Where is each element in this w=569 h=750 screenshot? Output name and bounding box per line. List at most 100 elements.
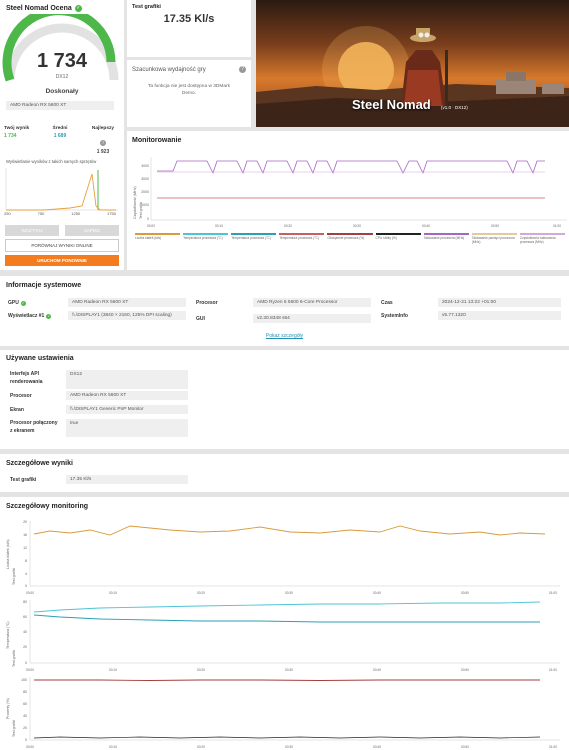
- legend-item[interactable]: CPU Utility (%): [375, 233, 421, 244]
- settings-panel: Używane ustawienia Interfejs API rendero…: [0, 350, 569, 449]
- check-icon: ✓: [46, 313, 52, 319]
- chart3-y-sublabel: Test grafiki: [12, 720, 16, 737]
- time-value: 2024-12-21 13:22 +01:00: [438, 298, 561, 307]
- score-title: Steel Nomad Ocena: [6, 5, 72, 12]
- y-tick: 16: [23, 533, 27, 537]
- hist-tick: 250: [4, 211, 11, 216]
- score-gpu: AMD Radeon RX 5600 XT: [6, 101, 114, 110]
- x-tick: 00:50: [461, 745, 469, 749]
- y-tick: 0: [25, 738, 27, 742]
- y-tick: 12: [23, 546, 27, 550]
- y-tick: 2000: [141, 190, 149, 194]
- x-tick: 01:00: [549, 745, 557, 749]
- chart1-y-sublabel: Test grafiki: [12, 568, 16, 585]
- x-tick: 00:50: [491, 224, 499, 228]
- test-result-value: 17.35 Kl/s: [163, 13, 215, 25]
- x-tick: 00:00: [26, 591, 34, 595]
- legend-item[interactable]: Liczba klatek (kl/s): [135, 233, 181, 244]
- legend-swatch: [279, 233, 325, 235]
- y-tick: 0: [25, 584, 27, 588]
- info-icon[interactable]: ?: [100, 140, 106, 146]
- load-button[interactable]: WCZYTAJ: [5, 225, 59, 236]
- x-tick: 00:50: [461, 591, 469, 595]
- estimate-text-line1: Ta funkcja nie jest dostępna w 3DMark: [147, 84, 231, 89]
- x-tick: 00:10: [109, 745, 117, 749]
- hist-tick: 1250: [71, 211, 81, 216]
- gui-label: GUI: [196, 316, 205, 322]
- estimate-title: Szacunkowa wydajność gry: [132, 67, 206, 73]
- legend-label: Temperatura procesora (°C): [279, 236, 319, 240]
- x-tick: 00:10: [109, 591, 117, 595]
- x-tick: 00:40: [373, 668, 381, 672]
- y-tick: 80: [23, 690, 27, 694]
- x-tick: 00:40: [422, 224, 430, 228]
- benchmark-banner: Steel Nomad (v1.0 · DX12): [256, 0, 569, 127]
- avg-score-value: 1 689: [53, 133, 67, 139]
- legend-item[interactable]: Temperatura procesora (°C): [231, 233, 277, 244]
- system-info-title: Informacje systemowe: [6, 282, 82, 289]
- x-tick: 00:20: [197, 745, 205, 749]
- banner-version: (v1.0 · DX12): [441, 105, 468, 110]
- legend-swatch: [423, 233, 469, 235]
- hist-tick: 1750: [107, 211, 116, 216]
- settings-row-label: Procesor: [10, 393, 32, 399]
- detailed-results-title: Szczegółowe wyniki: [6, 460, 73, 467]
- x-tick: 00:00: [26, 745, 34, 749]
- legend-label: Częstotliwość taktowania procesora (MHz): [519, 236, 556, 244]
- x-tick: 00:30: [285, 668, 293, 672]
- rerun-button[interactable]: URUCHOM PONOWNIE: [5, 255, 119, 266]
- x-tick: 00:10: [215, 224, 223, 228]
- detailed-results-value: 17.35 Kl/s: [66, 475, 188, 484]
- display-value: \\.\DISPLAY1 (3840 × 2160, 125% DPI scal…: [68, 311, 186, 320]
- chart3-y-label: Procenty (%): [6, 698, 10, 719]
- monitoring-y-label: Częstotliwość (MHz): [133, 186, 137, 219]
- histogram-caption: Wyświetlanie wyników z takich samych spr…: [6, 159, 97, 164]
- x-tick: 01:00: [553, 224, 561, 228]
- detailed-monitoring-panel: Szczegółowy monitoring Liczba klatek (kl…: [0, 497, 569, 750]
- legend-item[interactable]: Obciążenie procesora (%): [327, 233, 373, 244]
- settings-row-value: \\.\DISPLAY1 Generic PnP Monitor: [66, 405, 188, 414]
- legend-label: Obciążenie procesora (%): [327, 236, 365, 240]
- detailed-results-panel: Szczegółowe wyniki Test grafiki 17.35 Kl…: [0, 454, 569, 492]
- legend-swatch: [183, 233, 229, 235]
- display-label: Wyświetlacz #1: [8, 313, 45, 319]
- y-tick: 60: [23, 702, 27, 706]
- y-tick: 60: [23, 615, 27, 619]
- info-icon[interactable]: ?: [239, 66, 246, 73]
- y-tick: 4: [25, 572, 27, 576]
- score-histogram: [5, 168, 118, 211]
- show-details-link[interactable]: Pokaż szczegóły: [0, 333, 569, 339]
- monitoring-panel: Monitorowanie Częstotliwość (MHz) Test g…: [127, 131, 569, 270]
- test-result-panel: Test grafiki 17.35 Kl/s: [127, 0, 251, 57]
- chart2-y-sublabel: Test grafiki: [12, 650, 16, 667]
- legend-item[interactable]: Taktowanie pamięci procesora (MHz): [471, 233, 517, 244]
- legend-item[interactable]: Temperatura procesora (°C): [279, 233, 325, 244]
- score-panel: Steel Nomad Ocena ✓ 1 734 DX12 Doskonały…: [0, 0, 124, 270]
- check-icon: ✓: [74, 5, 82, 12]
- save-button[interactable]: ZAPISZ: [65, 225, 119, 236]
- gui-value: v2.30.8348 s64: [253, 314, 371, 323]
- cpu-value: AMD Ryzen 5 5600 6-Core Processor: [253, 298, 371, 307]
- legend-item[interactable]: Taktowanie procesora (MHz): [423, 233, 469, 244]
- y-tick: 0: [147, 217, 149, 221]
- time-label: Czas: [381, 300, 393, 306]
- y-tick: 1000: [141, 203, 149, 207]
- y-tick: 80: [23, 600, 27, 604]
- x-tick: 00:00: [26, 668, 34, 672]
- legend-label: Temperatura procesora (°C): [183, 236, 223, 240]
- chart1-y-label: Liczba klatek (kl/s): [6, 539, 10, 569]
- legend-item[interactable]: Częstotliwość taktowania procesora (MHz): [519, 233, 565, 244]
- x-tick: 00:30: [353, 224, 361, 228]
- estimate-panel: Szacunkowa wydajność gry ? Ta funkcja ni…: [127, 60, 251, 127]
- y-tick: 20: [23, 726, 27, 730]
- score-api: DX12: [55, 74, 69, 80]
- compare-online-button[interactable]: PORÓWNAJ WYNIKI ONLINE: [5, 239, 119, 252]
- x-tick: 00:20: [197, 668, 205, 672]
- settings-row-label: Procesor połączony: [10, 420, 58, 426]
- legend-item[interactable]: Temperatura procesora (°C): [183, 233, 229, 244]
- banner-title: Steel Nomad: [352, 97, 431, 112]
- legend-swatch: [519, 233, 565, 235]
- system-info-panel: Informacje systemowe GPU ✓ AMD Radeon RX…: [0, 276, 569, 346]
- legend-swatch: [135, 233, 181, 235]
- x-tick: 00:40: [373, 745, 381, 749]
